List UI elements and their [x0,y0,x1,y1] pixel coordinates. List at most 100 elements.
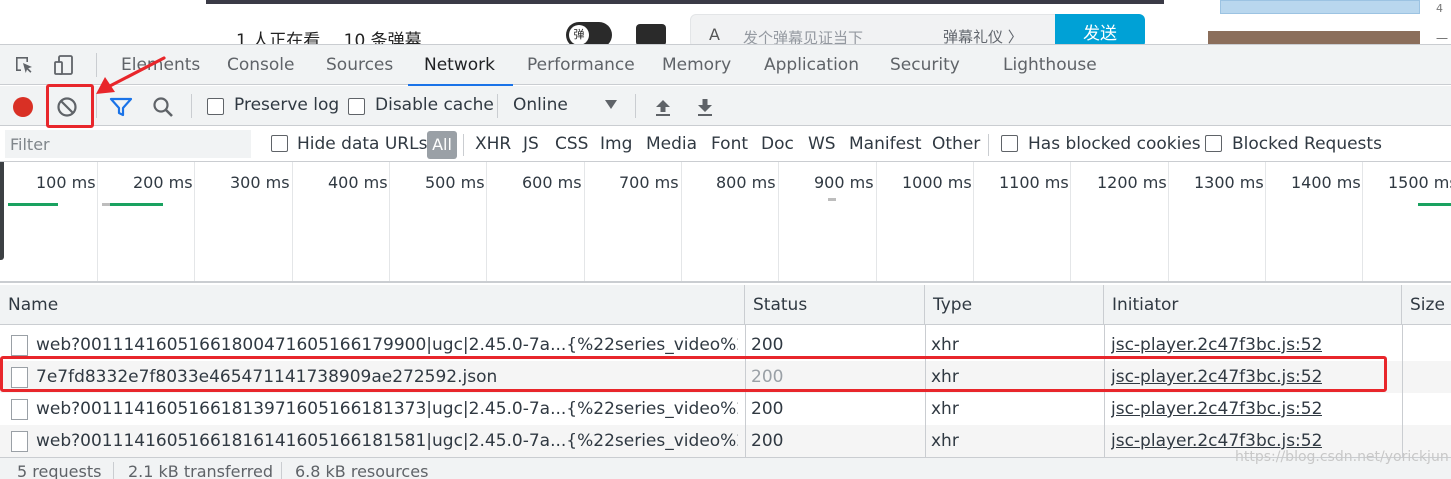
disable-cache-label: Disable cache [375,95,494,115]
request-status: 200 [751,431,784,451]
danmu-style-icon[interactable]: A [709,25,720,44]
filter-type-js[interactable]: JS [523,134,539,154]
tab-performance[interactable]: Performance [527,45,635,85]
filter-type-ws[interactable]: WS [808,134,836,154]
tab-lighthouse[interactable]: Lighthouse [1003,45,1097,85]
hide-data-urls-checkbox[interactable] [271,135,288,152]
timeline-tick-label: 100 ms [36,173,96,192]
devtools-tabbar: Elements Console Sources Network Perform… [0,45,1451,86]
toolbar-separator [497,94,498,118]
search-icon[interactable] [151,95,175,119]
record-icon[interactable] [13,97,33,117]
timeline-tick-label: 1300 ms [1194,173,1264,192]
request-count: 5 requests [17,462,102,479]
blocked-requests-checkbox[interactable] [1205,135,1222,152]
recommend-thumbnail[interactable] [1208,31,1420,44]
table-header: Name Status Type Initiator Size [0,285,1451,325]
filter-type-other[interactable]: Other [932,134,980,154]
preserve-log-checkbox[interactable] [207,98,224,115]
danmu-etiquette-link[interactable]: 弹幕礼仪 〉 [943,26,1023,44]
column-divider[interactable] [1402,325,1403,457]
inspect-icon[interactable] [13,54,35,76]
network-overview[interactable]: 100 ms 200 ms 300 ms 400 ms 500 ms 600 m… [0,162,1451,283]
timeline-tick-label: 1200 ms [1097,173,1167,192]
recommend-thumbnail[interactable] [1220,0,1420,14]
filter-type-css[interactable]: CSS [555,134,588,154]
table-row[interactable]: web?00111416051661816141605166181581|ugc… [0,425,1451,457]
export-har-icon[interactable] [694,96,716,118]
filter-type-all[interactable]: All [427,131,457,159]
has-blocked-cookies-checkbox[interactable] [1001,135,1018,152]
json-request-highlight [0,356,1387,392]
overview-scrollbar[interactable] [0,162,4,260]
filter-type-xhr[interactable]: XHR [475,134,511,154]
request-name[interactable]: web?00111416051661813971605166181373|ugc… [36,393,738,425]
filter-type-doc[interactable]: Doc [761,134,794,154]
blocked-requests-label: Blocked Requests [1232,134,1382,154]
filter-icon[interactable] [109,96,133,118]
devtools-panel: Elements Console Sources Network Perform… [0,44,1451,479]
danmu-settings-icon[interactable] [636,24,666,44]
filter-type-img[interactable]: Img [600,134,632,154]
filter-type-media[interactable]: Media [646,134,697,154]
clear-button-highlight [46,84,94,128]
viewer-count: 1 人正在看 [236,31,321,44]
timeline-gridline [681,162,682,281]
column-header-status[interactable]: Status [745,285,925,325]
disable-cache-checkbox[interactable] [348,98,365,115]
send-button[interactable]: 发送 [1055,14,1145,44]
timeline-tick-label: 400 ms [328,173,388,192]
timeline-gridline [1168,162,1169,281]
filter-type-manifest[interactable]: Manifest [849,134,922,154]
timeline-tick-label: 700 ms [619,173,679,192]
column-header-initiator[interactable]: Initiator [1104,285,1402,325]
device-toolbar-icon[interactable] [53,54,75,76]
tab-application[interactable]: Application [764,45,859,85]
side-text: 一 [1436,32,1449,44]
danmu-toggle-knob: 弹 [569,25,589,44]
network-status-bar: 5 requests 2.1 kB transferred 6.8 kB res… [0,457,1451,479]
toolbar-separator [191,94,192,118]
hide-data-urls-label: Hide data URLs [297,134,428,154]
tab-network[interactable]: Network [408,45,513,86]
timeline-tick-label: 500 ms [425,173,485,192]
waterfall-bar [1418,203,1451,206]
tab-security[interactable]: Security [890,45,960,85]
danmu-input[interactable]: A 发个弹幕见证当下 弹幕礼仪 〉 [690,14,1056,44]
watermark: https://blog.csdn.net/yorickjun [1235,449,1449,465]
timeline-tick-label: 600 ms [522,173,582,192]
request-status: 200 [751,399,784,419]
status-separator [281,462,282,479]
timeline-gridline [389,162,390,281]
timeline-gridline [876,162,877,281]
request-name[interactable]: web?00111416051661816141605166181581|ugc… [36,425,738,457]
timeline-gridline [778,162,779,281]
request-initiator-link[interactable]: jsc-player.2c47f3bc.js:52 [1111,393,1322,425]
waterfall-bar [110,203,163,206]
chevron-down-icon[interactable] [605,100,617,109]
danmu-placeholder: 发个弹幕见证当下 [743,29,864,44]
timeline-gridline [1070,162,1071,281]
tab-console[interactable]: Console [227,45,295,85]
throttling-select[interactable]: Online [513,95,568,115]
tab-memory[interactable]: Memory [662,45,731,85]
file-icon [11,335,28,356]
danmu-toggle[interactable]: 弹 [566,22,612,44]
timeline-tick-label: 1400 ms [1291,173,1361,192]
column-header-type[interactable]: Type [925,285,1104,325]
timeline-gridline [1362,162,1363,281]
timeline-gridline [973,162,974,281]
request-type: xhr [931,431,959,451]
timeline-tick-label: 1500 ms [1388,173,1451,192]
column-header-size[interactable]: Size [1402,285,1451,325]
danmu-count: 10 条弹幕 [343,31,422,44]
tab-sources[interactable]: Sources [326,45,393,85]
request-type: xhr [931,399,959,419]
filter-input[interactable] [5,130,251,158]
import-har-icon[interactable] [652,96,674,118]
filter-type-font[interactable]: Font [711,134,748,154]
table-row[interactable]: web?00111416051661813971605166181373|ugc… [0,393,1451,425]
timeline-tick-label: 1100 ms [999,173,1069,192]
timeline-gridline [486,162,487,281]
column-header-name[interactable]: Name [0,285,745,325]
